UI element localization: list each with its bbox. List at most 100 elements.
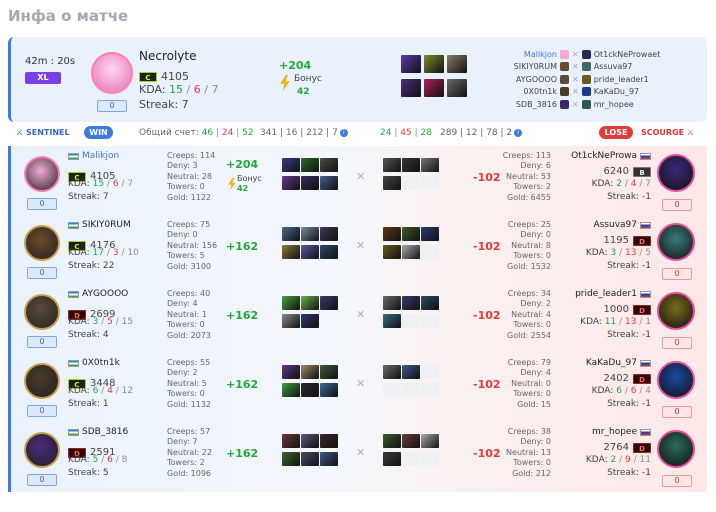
item-icon[interactable]: [383, 365, 401, 379]
item-icon[interactable]: [402, 434, 420, 448]
item-icon[interactable]: [282, 296, 300, 310]
item-icon[interactable]: [383, 434, 401, 448]
item-icon[interactable]: [402, 245, 420, 259]
item-icon[interactable]: [282, 314, 300, 328]
hero-avatar[interactable]: [91, 52, 133, 94]
stat-deny: Deny: 4: [520, 368, 551, 378]
item-icon[interactable]: [320, 434, 338, 448]
player-score-box: 0: [27, 405, 57, 417]
player-avatar[interactable]: [657, 154, 695, 192]
item-icon[interactable]: [282, 365, 300, 379]
item-icon[interactable]: [383, 245, 401, 259]
item-icon[interactable]: [282, 227, 300, 241]
stat-neutral: Neutral: 5: [167, 378, 207, 388]
scourge-assists: 28: [420, 128, 432, 138]
item-icon[interactable]: [301, 383, 319, 397]
item-icon[interactable]: [401, 79, 421, 97]
item-icon[interactable]: [301, 245, 319, 259]
stat-neutral: Neutral: 8: [511, 240, 551, 250]
swords-icon: ⚔: [16, 128, 24, 137]
player-avatar[interactable]: [24, 363, 60, 399]
player-avatar[interactable]: [657, 361, 695, 399]
player-avatar[interactable]: [24, 432, 60, 468]
stat-creeps: Creeps: 75: [167, 220, 211, 229]
player-avatar[interactable]: [24, 225, 60, 261]
item-icon[interactable]: [301, 158, 319, 172]
item-icon[interactable]: [301, 314, 319, 328]
versus-icon: ✕: [572, 87, 579, 97]
mmr-value: 2402: [603, 373, 629, 384]
lineup-sentinel-name[interactable]: AYGOOOO: [451, 75, 557, 84]
item-icon[interactable]: [320, 296, 338, 310]
item-icon[interactable]: [320, 245, 338, 259]
flag-icon: [640, 152, 651, 160]
player-name[interactable]: SDB_3816: [68, 427, 128, 437]
item-icon[interactable]: [421, 227, 439, 241]
mini-avatar: [581, 74, 591, 84]
item-icon[interactable]: [421, 296, 439, 310]
item-icon[interactable]: [320, 158, 338, 172]
player-kda: KDA: 3 / 5 / 15: [68, 317, 134, 327]
player-name[interactable]: AYGOOOO: [68, 289, 128, 299]
item-icon[interactable]: [301, 452, 319, 466]
item-icon[interactable]: [383, 296, 401, 310]
mmr-delta: -102: [473, 240, 501, 253]
item-icon[interactable]: [320, 365, 338, 379]
item-icon[interactable]: [301, 296, 319, 310]
player-name[interactable]: Malikjon: [68, 151, 119, 161]
lineup-sentinel-name[interactable]: SIKIY0RUM: [451, 62, 557, 71]
item-icon[interactable]: [383, 176, 401, 190]
lineup-sentinel-name[interactable]: 0X0tn1k: [451, 87, 557, 96]
empty-item-slot: [421, 452, 439, 466]
item-icon[interactable]: [401, 55, 421, 73]
item-icon[interactable]: [402, 365, 420, 379]
item-icon[interactable]: [320, 452, 338, 466]
item-icon[interactable]: [282, 434, 300, 448]
item-icon[interactable]: [383, 227, 401, 241]
item-icon[interactable]: [383, 452, 401, 466]
item-icon[interactable]: [301, 365, 319, 379]
player-avatar[interactable]: [657, 292, 695, 330]
item-icon[interactable]: [282, 158, 300, 172]
item-icon[interactable]: [320, 176, 338, 190]
item-icon[interactable]: [383, 158, 401, 172]
item-icon[interactable]: [402, 296, 420, 310]
player-name[interactable]: KaKaDu_97: [586, 358, 651, 368]
lineup-scourge-name[interactable]: Assuva97: [594, 62, 633, 71]
lineup-scourge-name[interactable]: Ot1ckNeProwaet: [594, 50, 661, 59]
player-avatar[interactable]: [657, 223, 695, 261]
stat-deny: Deny: 2: [167, 368, 198, 378]
player-name[interactable]: Assuva97: [593, 220, 651, 230]
item-icon[interactable]: [424, 79, 444, 97]
item-icon[interactable]: [301, 227, 319, 241]
item-icon[interactable]: [424, 55, 444, 73]
item-icon[interactable]: [421, 434, 439, 448]
item-icon[interactable]: [402, 227, 420, 241]
info-icon[interactable]: i: [514, 128, 523, 137]
item-icon[interactable]: [282, 452, 300, 466]
item-icon[interactable]: [383, 314, 401, 328]
item-icon[interactable]: [320, 383, 338, 397]
lineup-scourge-name[interactable]: pride_leader1: [594, 75, 649, 84]
player-name[interactable]: pride_leader1: [575, 289, 651, 299]
lineup-sentinel-name[interactable]: Malikjon: [451, 50, 557, 59]
player-avatar[interactable]: [657, 430, 695, 468]
lineup-scourge-name[interactable]: mr_hopee: [594, 100, 634, 109]
player-name[interactable]: Ot1ckNeProwa: [571, 151, 651, 161]
lineup-scourge-name[interactable]: KaKaDu_97: [594, 87, 639, 96]
item-icon[interactable]: [320, 227, 338, 241]
item-icon[interactable]: [421, 158, 439, 172]
player-avatar[interactable]: [24, 294, 60, 330]
item-icon[interactable]: [301, 434, 319, 448]
item-icon[interactable]: [282, 245, 300, 259]
item-icon[interactable]: [282, 176, 300, 190]
lineup-sentinel-name[interactable]: SDB_3816: [451, 100, 557, 109]
player-name[interactable]: mr_hopee: [592, 427, 651, 437]
item-icon[interactable]: [282, 383, 300, 397]
player-name[interactable]: 0X0tn1k: [68, 358, 120, 368]
player-name[interactable]: SIKIY0RUM: [68, 220, 131, 230]
player-avatar[interactable]: [24, 156, 60, 192]
item-icon[interactable]: [402, 158, 420, 172]
info-icon[interactable]: i: [339, 128, 348, 137]
item-icon[interactable]: [301, 176, 319, 190]
